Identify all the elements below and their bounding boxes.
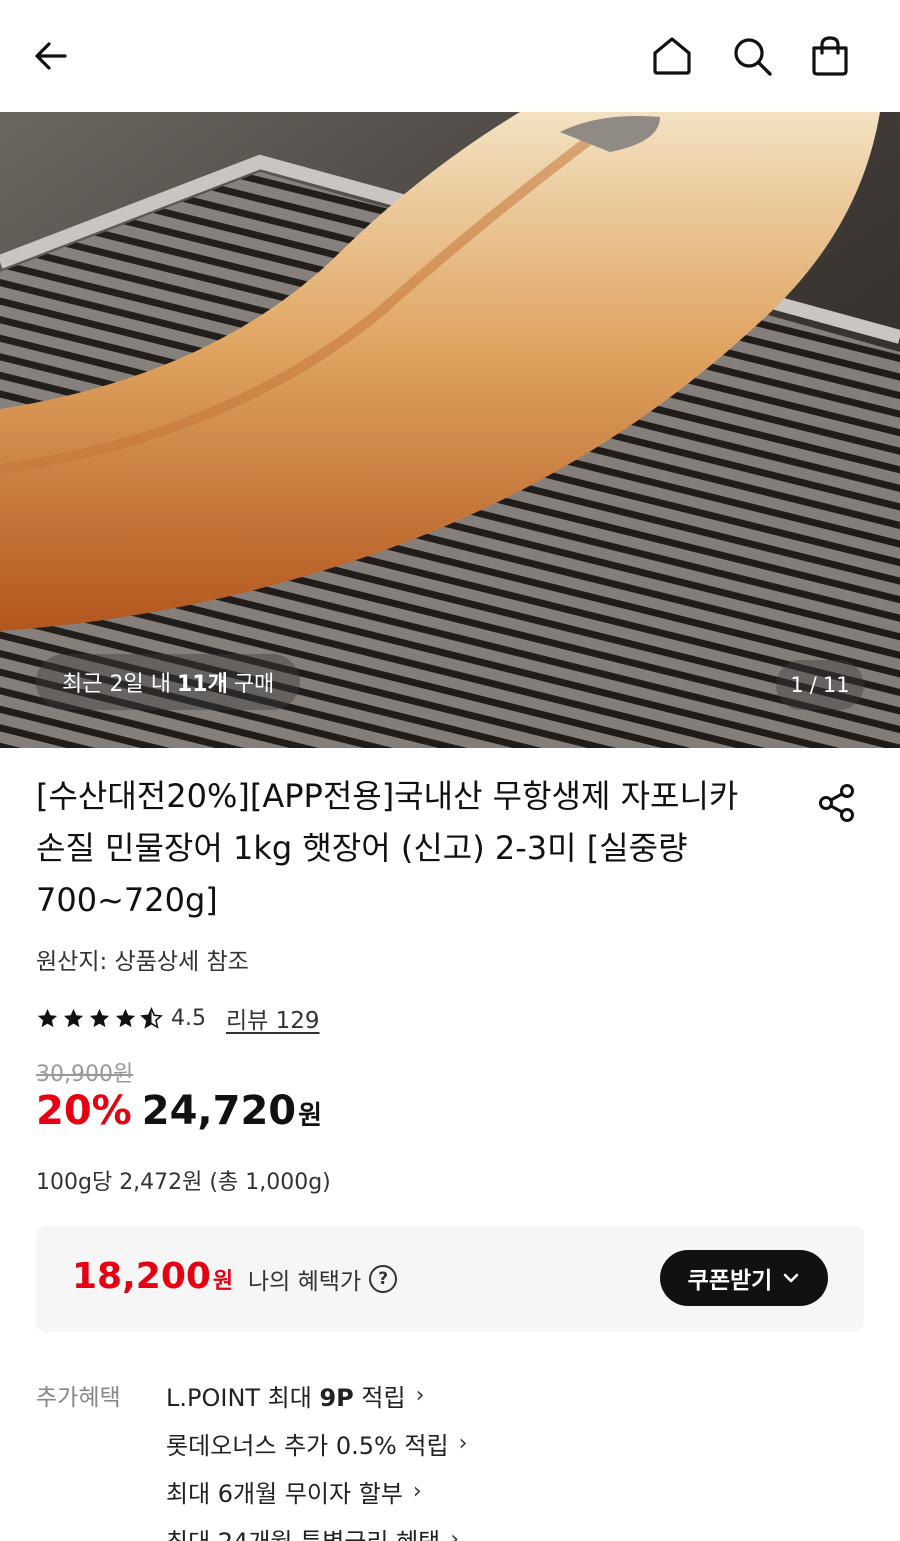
chevron-right-icon: › bbox=[412, 1479, 422, 1504]
coupon-button-label: 쿠폰받기 bbox=[687, 1268, 773, 1294]
extra-benefit-text: 최대 6개월 무이자 할부 bbox=[166, 1480, 403, 1508]
recent-purchase-badge: 최근 2일 내 11개 구매 bbox=[36, 654, 301, 710]
product-photo bbox=[0, 112, 900, 748]
get-coupon-button[interactable]: 쿠폰받기 bbox=[660, 1250, 828, 1306]
search-button[interactable] bbox=[724, 28, 780, 84]
share-button[interactable] bbox=[812, 778, 862, 828]
shopping-bag-icon bbox=[812, 36, 848, 76]
cart-button[interactable] bbox=[802, 28, 858, 84]
review-count-link[interactable]: 리뷰 129 bbox=[226, 1001, 320, 1035]
benefit-price-value: 18,200 bbox=[72, 1256, 211, 1297]
recent-purchase-count: 11개 bbox=[176, 672, 228, 697]
discount-rate: 20% bbox=[36, 1088, 132, 1134]
rating-row: 4.5 리뷰 129 bbox=[36, 998, 320, 1038]
star-full-icon bbox=[63, 1008, 84, 1027]
benefit-label-text: 나의 혜택가 bbox=[248, 1269, 362, 1295]
chevron-right-icon: › bbox=[458, 1431, 468, 1456]
star-full-icon bbox=[37, 1008, 58, 1027]
benefit-label: 나의 혜택가 ? bbox=[248, 1262, 398, 1296]
chevron-right-icon: › bbox=[450, 1527, 460, 1541]
original-price: 30,900원 bbox=[36, 1062, 134, 1087]
extra-benefit-text: 롯데오너스 추가 0.5% 적립 bbox=[166, 1432, 449, 1460]
recent-purchase-prefix: 최근 2일 내 bbox=[62, 672, 171, 697]
chevron-down-icon bbox=[784, 1273, 799, 1283]
recent-purchase-suffix: 구매 bbox=[233, 672, 275, 697]
back-button[interactable] bbox=[24, 28, 80, 84]
extra-benefit-special-rate[interactable]: 최대 24개월 특별금리 혜택 › bbox=[166, 1522, 459, 1541]
sale-price-row: 20% 24,720 원 bbox=[36, 1088, 322, 1134]
star-rating bbox=[36, 1006, 163, 1030]
extra-benefit-text: 최대 24개월 특별금리 혜택 bbox=[166, 1522, 440, 1541]
extra-benefit-installment[interactable]: 최대 6개월 무이자 할부 › bbox=[166, 1474, 422, 1509]
arrow-left-icon bbox=[35, 42, 67, 70]
product-image-carousel[interactable]: 최근 2일 내 11개 구매 1 / 11 bbox=[0, 112, 900, 748]
image-page-counter: 1 / 11 bbox=[776, 660, 864, 710]
page-total: 11 bbox=[822, 673, 850, 697]
top-app-bar bbox=[0, 0, 900, 112]
benefit-price: 18,200 원 bbox=[72, 1256, 233, 1297]
help-icon[interactable]: ? bbox=[369, 1265, 398, 1293]
currency-unit: 원 bbox=[298, 1101, 323, 1131]
benefit-currency-unit: 원 bbox=[212, 1269, 234, 1294]
rating-value: 4.5 bbox=[171, 1005, 206, 1031]
extra-benefit-text: L.POINT 최대 9P 적립 bbox=[166, 1384, 406, 1412]
star-full-icon bbox=[115, 1008, 136, 1027]
extra-benefits-label: 추가혜택 bbox=[36, 1385, 121, 1411]
page-current: 1 bbox=[790, 673, 804, 697]
home-button[interactable] bbox=[644, 28, 700, 84]
extra-benefit-lpoint[interactable]: L.POINT 최대 9P 적립 › bbox=[166, 1378, 424, 1413]
product-title: [수산대전20%][APP전용]국내산 무항생제 자포니카 손질 민물장어 1k… bbox=[36, 777, 739, 919]
search-icon bbox=[734, 38, 772, 76]
sale-price: 24,720 bbox=[141, 1088, 297, 1134]
home-icon bbox=[653, 37, 691, 75]
page-separator: / bbox=[809, 673, 817, 697]
benefit-price-box: 18,200 원 나의 혜택가 ? 쿠폰받기 bbox=[36, 1226, 864, 1332]
star-half-icon bbox=[140, 1006, 163, 1029]
origin-info: 원산지: 상품상세 참조 bbox=[36, 949, 249, 975]
star-full-icon bbox=[89, 1008, 110, 1027]
unit-price: 100g당 2,472원 (총 1,000g) bbox=[36, 1170, 331, 1195]
share-icon bbox=[819, 784, 854, 822]
extra-benefit-lotte-owners[interactable]: 롯데오너스 추가 0.5% 적립 › bbox=[166, 1426, 467, 1461]
chevron-right-icon: › bbox=[415, 1383, 425, 1408]
